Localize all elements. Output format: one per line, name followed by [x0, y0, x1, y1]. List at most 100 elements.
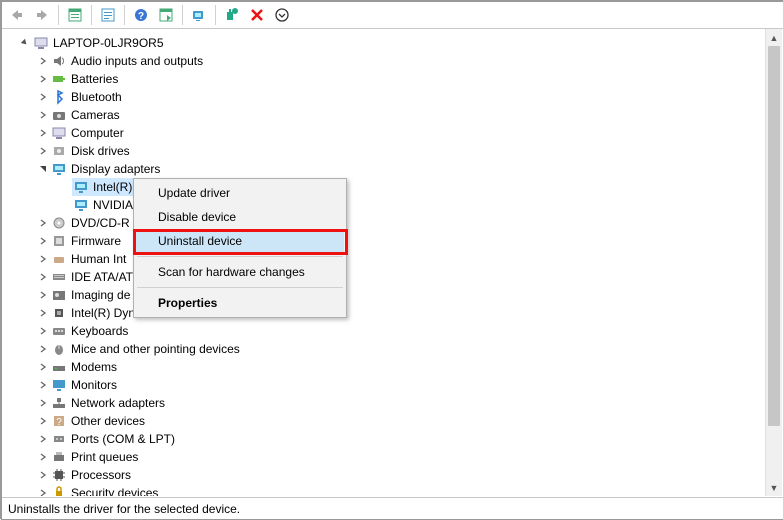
uninstall-button[interactable]: [246, 4, 268, 26]
tree-item[interactable]: Batteries: [6, 70, 783, 88]
scan-button[interactable]: [188, 4, 210, 26]
toolbar: ?: [2, 2, 783, 29]
expander-icon[interactable]: [36, 126, 50, 140]
expander-icon[interactable]: [36, 270, 50, 284]
tree-item[interactable]: Display adapters: [6, 160, 783, 178]
tree-item-label: Display adapters: [69, 160, 160, 178]
tree-item[interactable]: NVIDIA: [6, 196, 783, 214]
tree-item[interactable]: Intel(R) Dynamic Platform and Thermal Fr…: [6, 304, 783, 322]
tree-item[interactable]: ? Other devices: [6, 412, 783, 430]
tree-item-label: Computer: [69, 124, 124, 142]
tree-item[interactable]: Network adapters: [6, 394, 783, 412]
more-button[interactable]: [271, 4, 293, 26]
other-icon: ?: [51, 413, 67, 429]
chip-icon: [51, 305, 67, 321]
scroll-down-button[interactable]: ▼: [766, 479, 782, 496]
context-menu-item-label: Scan for hardware changes: [158, 265, 305, 279]
tree-item-label: Monitors: [69, 376, 117, 394]
tree-item-label: IDE ATA/AT: [69, 268, 133, 286]
device-tree[interactable]: LAPTOP-0LJR9OR5 Audio inputs and outputs…: [2, 34, 783, 496]
tree-root[interactable]: LAPTOP-0LJR9OR5: [6, 34, 783, 52]
tree-item-label: Modems: [69, 358, 117, 376]
context-menu-item-label: Update driver: [158, 186, 230, 200]
expander-icon[interactable]: [36, 288, 50, 302]
tree-item[interactable]: Bluetooth: [6, 88, 783, 106]
tree-item[interactable]: DVD/CD-R: [6, 214, 783, 232]
expander-icon[interactable]: [36, 144, 50, 158]
svg-text:?: ?: [56, 417, 62, 428]
expander-icon[interactable]: [36, 396, 50, 410]
expander-icon[interactable]: [36, 306, 50, 320]
tree-item[interactable]: IDE ATA/AT: [6, 268, 783, 286]
imaging-icon: [51, 287, 67, 303]
tree-item[interactable]: Security devices: [6, 484, 783, 496]
tree-item-label: Firmware: [69, 232, 121, 250]
expander-icon[interactable]: [36, 162, 50, 176]
expander-icon[interactable]: [36, 378, 50, 392]
expander-icon[interactable]: [36, 414, 50, 428]
scroll-up-button[interactable]: ▲: [766, 29, 782, 46]
tree-item[interactable]: Intel(R): [6, 178, 783, 196]
tree-item[interactable]: Processors: [6, 466, 783, 484]
add-hardware-button[interactable]: [221, 4, 243, 26]
cpu-icon: [51, 467, 67, 483]
help-button[interactable]: ?: [130, 4, 152, 26]
tree-item[interactable]: Computer: [6, 124, 783, 142]
tree-item[interactable]: Cameras: [6, 106, 783, 124]
view-button[interactable]: [64, 4, 86, 26]
context-menu-item[interactable]: Scan for hardware changes: [136, 260, 344, 284]
tree-item[interactable]: Modems: [6, 358, 783, 376]
expander-icon[interactable]: [36, 342, 50, 356]
modem-icon: [51, 359, 67, 375]
tree-item[interactable]: Monitors: [6, 376, 783, 394]
context-menu-separator: [137, 287, 343, 288]
expander-icon[interactable]: [36, 432, 50, 446]
tree-item[interactable]: Audio inputs and outputs: [6, 52, 783, 70]
vertical-scrollbar[interactable]: ▲ ▼: [765, 29, 782, 496]
tree-item[interactable]: Keyboards: [6, 322, 783, 340]
expander-icon[interactable]: [36, 54, 50, 68]
tree-item-label: Processors: [69, 466, 131, 484]
context-menu-item[interactable]: Disable device: [136, 205, 344, 229]
status-text: Uninstalls the driver for the selected d…: [8, 502, 240, 516]
expander-icon[interactable]: [36, 450, 50, 464]
expander-icon[interactable]: [36, 216, 50, 230]
tree-item-label: Imaging de: [69, 286, 130, 304]
tree-item[interactable]: Mice and other pointing devices: [6, 340, 783, 358]
tree-item-label: Mice and other pointing devices: [69, 340, 240, 358]
expander-icon[interactable]: [36, 108, 50, 122]
context-menu: Update driver Disable device Uninstall dev…: [133, 178, 347, 318]
context-menu-item[interactable]: Update driver: [136, 181, 344, 205]
battery-icon: [51, 71, 67, 87]
properties-button[interactable]: [97, 4, 119, 26]
forward-button[interactable]: [31, 4, 53, 26]
context-menu-item[interactable]: Uninstall device: [136, 229, 344, 253]
tree-item-label: NVIDIA: [91, 196, 133, 214]
context-menu-item[interactable]: Properties: [136, 291, 344, 315]
context-menu-item-label: Disable device: [158, 210, 236, 224]
expander-icon[interactable]: [36, 252, 50, 266]
svg-text:?: ?: [138, 11, 144, 22]
toolbar-separator: [215, 5, 216, 25]
expander-icon[interactable]: [36, 360, 50, 374]
expander-icon[interactable]: [36, 72, 50, 86]
expander-icon[interactable]: [36, 468, 50, 482]
expander-icon[interactable]: [18, 36, 32, 50]
keyboard-icon: [51, 323, 67, 339]
security-icon: [51, 485, 67, 496]
expander-icon[interactable]: [36, 234, 50, 248]
expander-icon[interactable]: [36, 486, 50, 496]
action-button[interactable]: [155, 4, 177, 26]
tree-item[interactable]: Firmware: [6, 232, 783, 250]
scroll-thumb[interactable]: [768, 46, 780, 426]
tree-item-label: Print queues: [69, 448, 138, 466]
tree-item[interactable]: Human Int: [6, 250, 783, 268]
tree-item[interactable]: Ports (COM & LPT): [6, 430, 783, 448]
back-button[interactable]: [6, 4, 28, 26]
tree-item[interactable]: Print queues: [6, 448, 783, 466]
expander-icon[interactable]: [36, 324, 50, 338]
tree-item[interactable]: Imaging de: [6, 286, 783, 304]
expander-icon[interactable]: [36, 90, 50, 104]
tree-item-label: Other devices: [69, 412, 145, 430]
tree-item[interactable]: Disk drives: [6, 142, 783, 160]
